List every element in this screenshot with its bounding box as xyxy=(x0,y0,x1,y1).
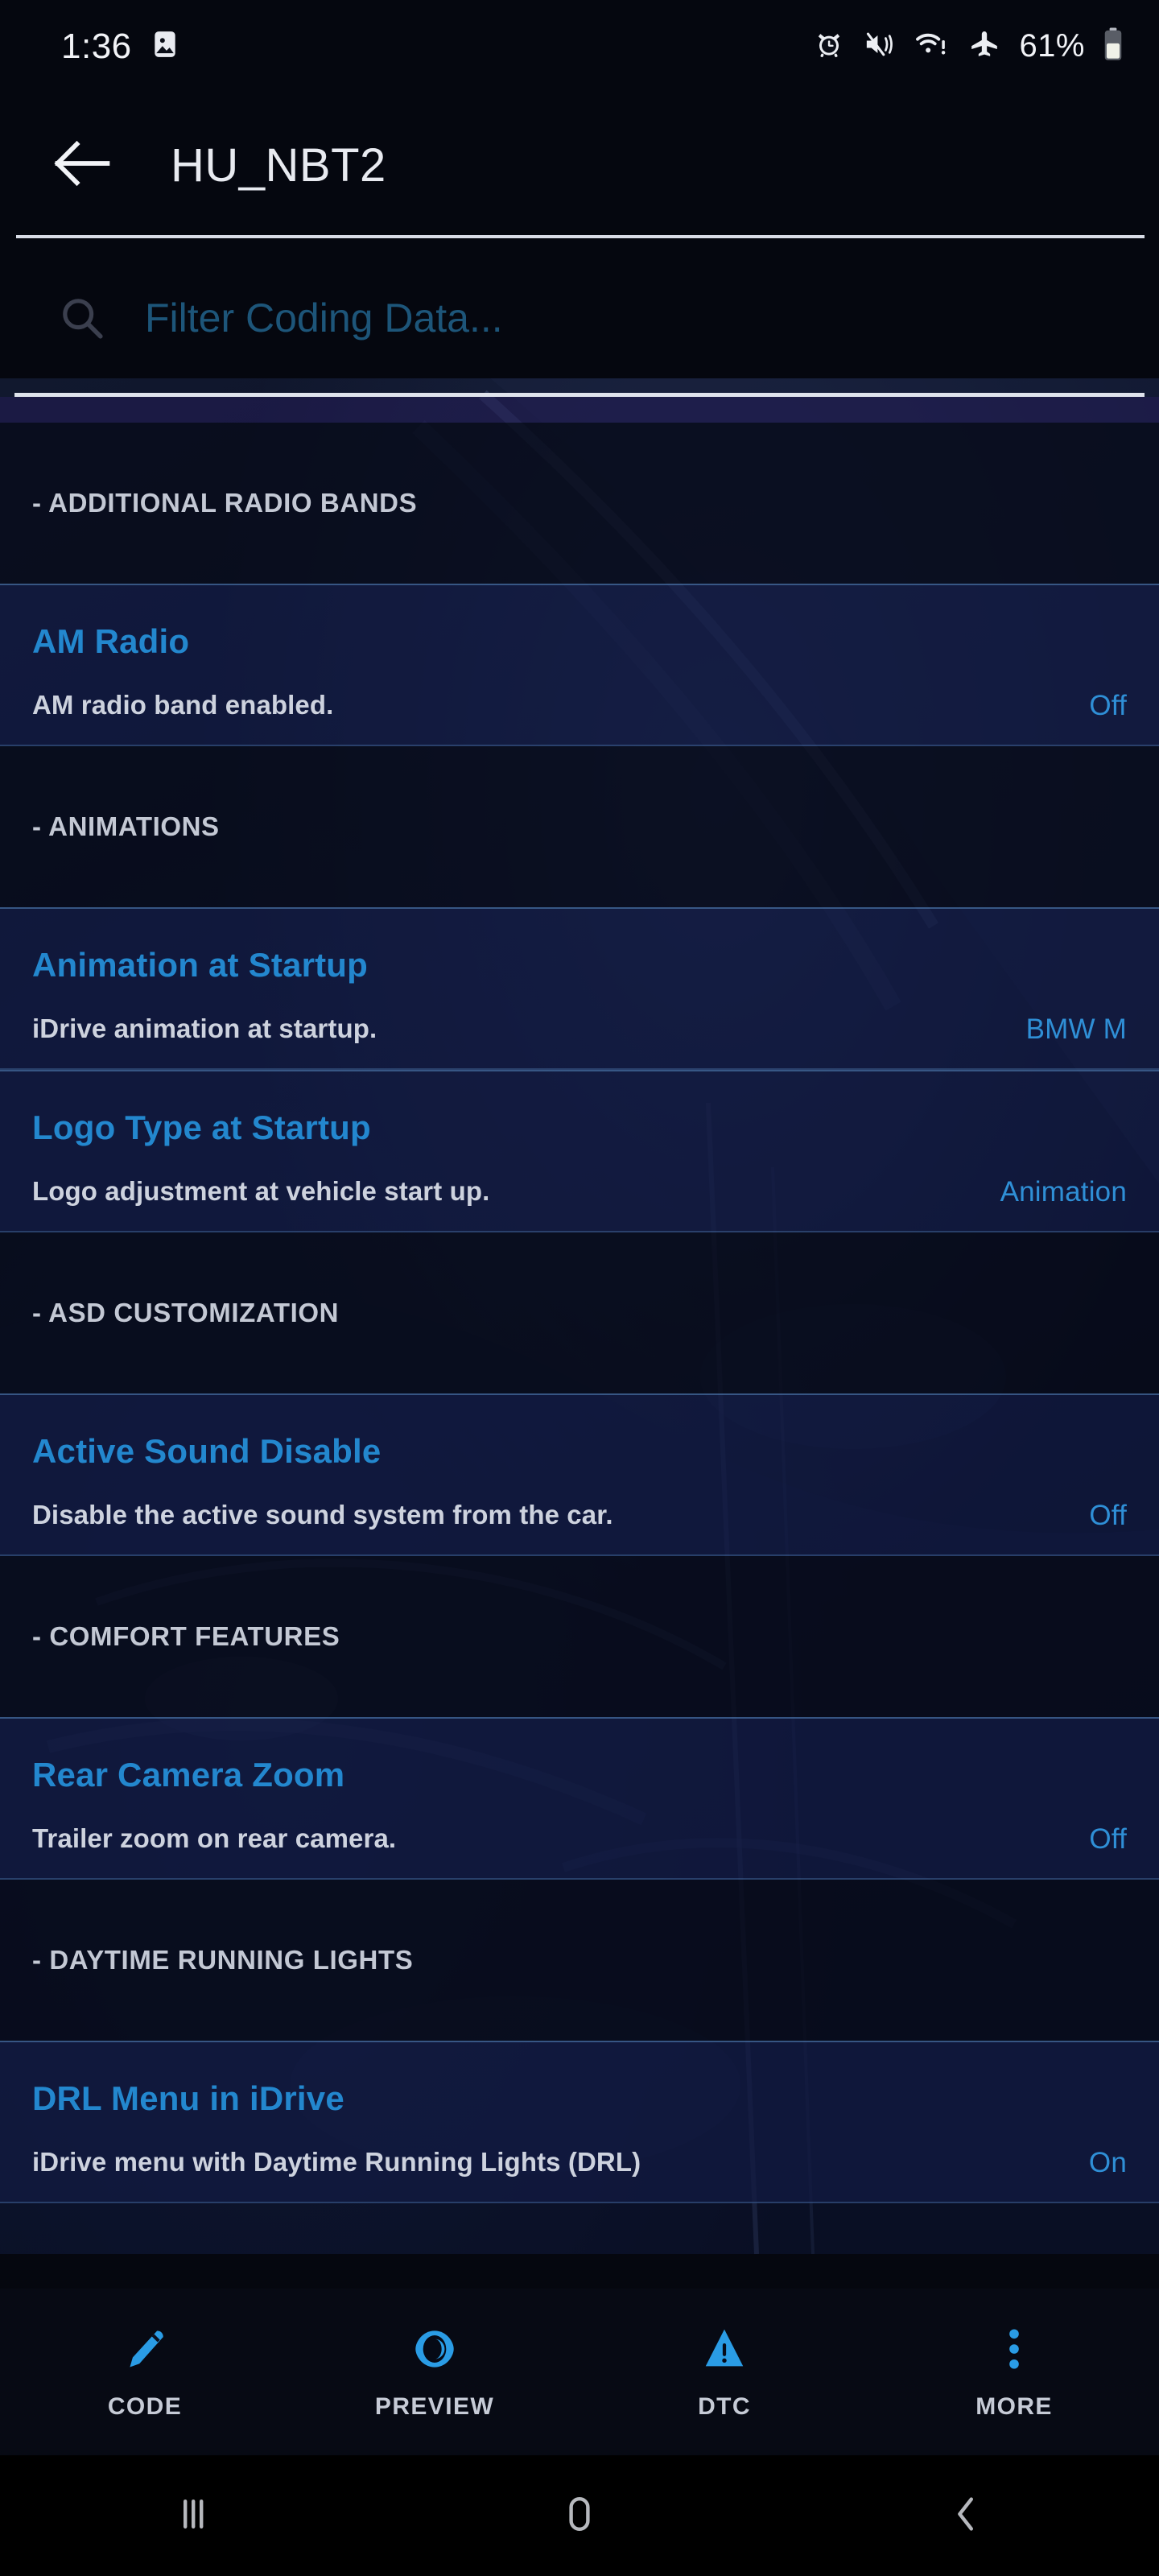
section-header-label: - ASD CUSTOMIZATION xyxy=(32,1298,340,1327)
mute-vibrate-icon xyxy=(863,28,897,64)
coding-item-row[interactable]: Rear Camera Zoom Trailer zoom on rear cam… xyxy=(0,1717,1159,1880)
coding-item-description: AM radio band enabled. xyxy=(32,690,334,720)
coding-item-description: Logo adjustment at vehicle start up. xyxy=(32,1176,490,1206)
status-bar-right: 61% xyxy=(813,27,1124,66)
coding-item-row[interactable]: AM Radio AM radio band enabled. Off xyxy=(0,584,1159,746)
coding-item-description: Disable the active sound system from the… xyxy=(32,1500,613,1530)
section-header-label: - ANIMATIONS xyxy=(32,811,220,841)
overflow-dots-icon xyxy=(1002,2324,1026,2374)
coding-item-title: AM Radio xyxy=(32,622,190,660)
bottom-nav-label: MORE xyxy=(975,2392,1053,2420)
coding-item-value: On xyxy=(1088,2147,1127,2178)
bottom-nav-label: CODE xyxy=(107,2392,183,2420)
coding-item-row[interactable]: Logo Type at Startup Logo adjustment at v… xyxy=(0,1070,1159,1232)
coding-item-description: iDrive menu with Daytime Running Lights … xyxy=(32,2147,641,2177)
coding-item-value: Animation xyxy=(1000,1176,1127,1208)
bottom-nav-label: PREVIEW xyxy=(374,2392,495,2420)
search-underline xyxy=(14,393,1145,397)
coding-item-title: Logo Type at Startup xyxy=(32,1108,371,1146)
search-bar xyxy=(0,242,1159,394)
home-button[interactable] xyxy=(386,2455,773,2576)
coding-item-value: Off xyxy=(1089,690,1127,721)
recents-icon xyxy=(171,2491,216,2541)
coding-item-value: Off xyxy=(1089,1823,1127,1855)
airplane-mode-icon xyxy=(967,28,1001,64)
coding-item-title: Active Sound Disable xyxy=(32,1432,382,1470)
battery-percent: 61% xyxy=(1019,28,1085,64)
coding-item-title: Rear Camera Zoom xyxy=(32,1756,345,1794)
home-icon xyxy=(557,2491,602,2541)
page-title: HU_NBT2 xyxy=(171,138,386,192)
bottom-nav-label: DTC xyxy=(698,2392,751,2420)
coding-item-description: iDrive animation at startup. xyxy=(32,1013,377,1043)
eye-icon xyxy=(409,2324,460,2374)
coding-item-title: DRL Menu in iDrive xyxy=(32,2079,344,2117)
section-header: - COMFORT FEATURES xyxy=(0,1556,1159,1717)
list-top-partial-row xyxy=(0,397,1159,423)
alarm-icon xyxy=(813,28,845,64)
section-header: - ADDITIONAL RADIO BANDS xyxy=(0,423,1159,584)
section-header-label: - COMFORT FEATURES xyxy=(32,1621,340,1651)
section-header: - ASD CUSTOMIZATION xyxy=(0,1232,1159,1393)
bottom-navigation: CODE PREVIEW DTC MORE xyxy=(0,2289,1159,2455)
status-time: 1:36 xyxy=(61,26,132,66)
section-header: - DAYTIME RUNNING LIGHTS xyxy=(0,1880,1159,2041)
bottom-nav-item-code[interactable]: CODE xyxy=(0,2289,290,2455)
app-root: 1:36 61% HU_NBT2 Filter Coding Data... -… xyxy=(0,0,1159,2576)
coding-item-row[interactable]: Active Sound Disable Disable the active s… xyxy=(0,1393,1159,1556)
section-header-label: - ADDITIONAL RADIO BANDS xyxy=(32,488,418,518)
coding-item-value: BMW M xyxy=(1025,1013,1127,1045)
status-bar-left: 1:36 xyxy=(61,27,180,67)
coding-item-title: Animation at Startup xyxy=(32,946,369,984)
coding-item-row[interactable]: DRL Menu in iDrive iDrive menu with Dayti… xyxy=(0,2041,1159,2203)
section-header: - ANIMATIONS xyxy=(0,746,1159,907)
pencil-icon xyxy=(120,2324,170,2374)
status-bar: 1:36 61% xyxy=(0,0,1159,93)
coding-item-value: Off xyxy=(1089,1500,1127,1531)
app-bar: HU_NBT2 xyxy=(0,93,1159,237)
warning-triangle-icon xyxy=(699,2324,749,2374)
back-button[interactable] xyxy=(34,117,130,213)
recents-button[interactable] xyxy=(0,2455,386,2576)
section-header-label: - DAYTIME RUNNING LIGHTS xyxy=(32,1945,414,1975)
app-bar-divider xyxy=(16,235,1145,238)
wifi-alert-icon xyxy=(914,28,950,64)
search-icon xyxy=(58,294,106,342)
search-input[interactable] xyxy=(145,295,1159,341)
bottom-nav-item-more[interactable]: MORE xyxy=(869,2289,1159,2455)
image-icon xyxy=(150,29,180,64)
battery-icon xyxy=(1103,27,1124,66)
back-chevron-icon xyxy=(943,2491,988,2541)
coding-item-description: Trailer zoom on rear camera. xyxy=(32,1823,397,1853)
back-button-system[interactable] xyxy=(773,2455,1159,2576)
back-arrow-icon xyxy=(52,139,112,192)
bottom-nav-item-preview[interactable]: PREVIEW xyxy=(290,2289,580,2455)
coding-item-row[interactable]: Animation at Startup iDrive animation at … xyxy=(0,907,1159,1070)
bottom-nav-item-dtc[interactable]: DTC xyxy=(580,2289,869,2455)
coding-data-list[interactable]: - ADDITIONAL RADIO BANDS AM Radio AM radio… xyxy=(0,397,1159,2250)
android-system-nav xyxy=(0,2455,1159,2576)
